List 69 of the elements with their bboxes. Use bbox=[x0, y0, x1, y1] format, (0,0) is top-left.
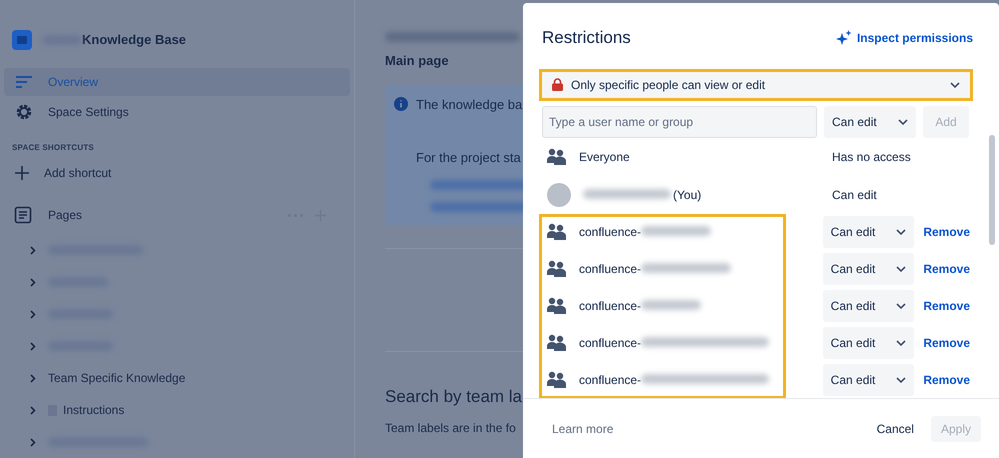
sparkle-icon bbox=[836, 30, 852, 46]
page-link[interactable]: Team Specific Knowledge bbox=[48, 369, 186, 387]
permission-select[interactable]: Can edit bbox=[824, 106, 916, 138]
dialog-title: Restrictions bbox=[542, 27, 631, 49]
chevron-down-icon bbox=[896, 377, 906, 383]
access-label: Has no access bbox=[832, 148, 911, 166]
page-link[interactable]: Instructions bbox=[63, 401, 124, 419]
chevron-right-icon[interactable] bbox=[30, 310, 36, 318]
plus-icon bbox=[14, 165, 30, 181]
remove-link[interactable]: Remove bbox=[923, 223, 970, 241]
permission-select[interactable]: Can edit bbox=[822, 253, 914, 285]
page-icon bbox=[14, 206, 32, 224]
group-name: confluence- bbox=[579, 298, 642, 315]
space-title: Knowledge Base bbox=[82, 31, 186, 50]
people-icon bbox=[547, 223, 567, 241]
permission-select[interactable]: Can edit bbox=[822, 290, 914, 322]
chevron-right-icon[interactable] bbox=[30, 278, 36, 286]
nav-item[interactable]: Space Settings bbox=[4, 98, 350, 126]
restriction-select[interactable]: Only specific people can view or edit bbox=[542, 72, 970, 98]
chevron-right-icon[interactable] bbox=[30, 374, 36, 382]
page-subtitle: Main page bbox=[385, 52, 450, 70]
remove-link[interactable]: Remove bbox=[923, 297, 970, 315]
learn-more-link[interactable]: Learn more bbox=[552, 420, 867, 438]
section-heading: SPACE SHORTCUTS bbox=[11, 142, 95, 154]
entry-name: (You) bbox=[673, 186, 702, 204]
pages-heading: Pages bbox=[48, 207, 84, 224]
people-icon bbox=[547, 148, 567, 166]
settings-icon bbox=[15, 103, 33, 121]
info-icon bbox=[394, 97, 408, 112]
redacted-text bbox=[641, 300, 702, 310]
permission-select[interactable]: Can edit bbox=[822, 327, 914, 359]
permission-select[interactable]: Can edit bbox=[822, 364, 914, 396]
chevron-right-icon[interactable] bbox=[30, 438, 36, 446]
redacted-text bbox=[641, 226, 712, 236]
chevron-down-icon bbox=[898, 118, 908, 124]
access-label: Can edit bbox=[832, 186, 877, 204]
chevron-down-icon bbox=[896, 266, 906, 272]
entry-name: Everyone bbox=[579, 148, 630, 166]
remove-link[interactable]: Remove bbox=[923, 334, 970, 352]
chevron-down-icon bbox=[896, 340, 906, 346]
lines-icon bbox=[15, 76, 33, 88]
section-heading: Search by team la bbox=[385, 386, 523, 408]
space-icon bbox=[12, 30, 32, 50]
chevron-right-icon[interactable] bbox=[30, 406, 36, 414]
info-text: For the project sta bbox=[416, 149, 522, 167]
group-name: confluence- bbox=[579, 224, 642, 241]
people-icon bbox=[547, 334, 567, 352]
user-search-field[interactable]: Type a user name or group bbox=[542, 106, 817, 138]
inspect-permissions-link[interactable]: Inspect permissions bbox=[836, 28, 973, 47]
group-name: confluence- bbox=[579, 261, 642, 278]
group-name: confluence- bbox=[579, 335, 642, 352]
chevron-down-icon bbox=[950, 82, 960, 88]
chevron-down-icon bbox=[896, 303, 906, 309]
cancel-button[interactable]: Cancel bbox=[866, 416, 924, 442]
chevron-down-icon bbox=[896, 229, 906, 235]
chevron-right-icon[interactable] bbox=[30, 342, 36, 350]
people-icon bbox=[547, 371, 567, 389]
avatar-icon bbox=[547, 182, 571, 206]
chevron-right-icon[interactable] bbox=[30, 246, 36, 254]
people-icon bbox=[547, 260, 567, 278]
lock-icon bbox=[552, 78, 563, 91]
remove-link[interactable]: Remove bbox=[923, 260, 970, 278]
permission-select[interactable]: Can edit bbox=[822, 216, 914, 248]
people-icon bbox=[547, 297, 567, 315]
paragraph: Team labels are in the fo bbox=[385, 420, 517, 437]
add-shortcut-link[interactable]: Add shortcut bbox=[4, 164, 350, 182]
group-name: confluence- bbox=[579, 372, 642, 389]
info-text: The knowledge ba bbox=[416, 96, 522, 114]
remove-link[interactable]: Remove bbox=[923, 371, 970, 389]
